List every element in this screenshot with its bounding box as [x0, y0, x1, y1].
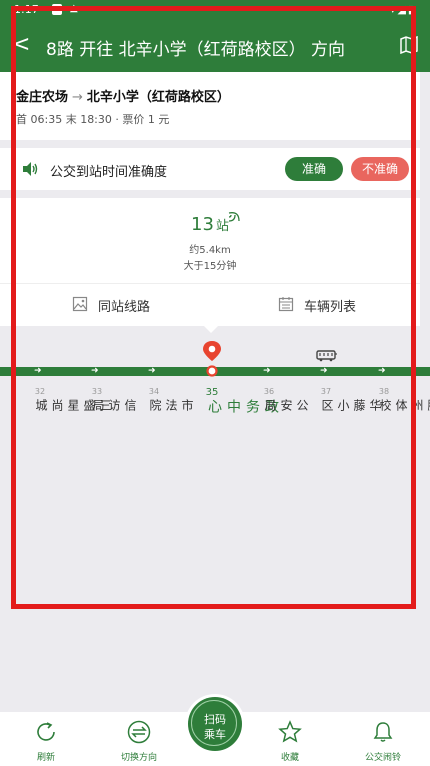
bell-icon [373, 722, 393, 742]
refresh-icon [37, 722, 55, 741]
favorite-label: 收藏 [280, 753, 299, 763]
scan-to-ride-button[interactable]: 扫码 乘车 [188, 697, 242, 751]
switch-direction-label: 切换方向 [120, 753, 157, 763]
highlight-frame [11, 6, 416, 609]
star-icon [278, 720, 302, 743]
scan-label-line1: 扫码 [204, 713, 226, 726]
swap-direction-icon [127, 720, 151, 744]
bus-alarm-label: 公交闹铃 [364, 753, 401, 763]
scan-label-line2: 乘车 [204, 728, 226, 741]
refresh-label: 刷新 [36, 753, 55, 763]
